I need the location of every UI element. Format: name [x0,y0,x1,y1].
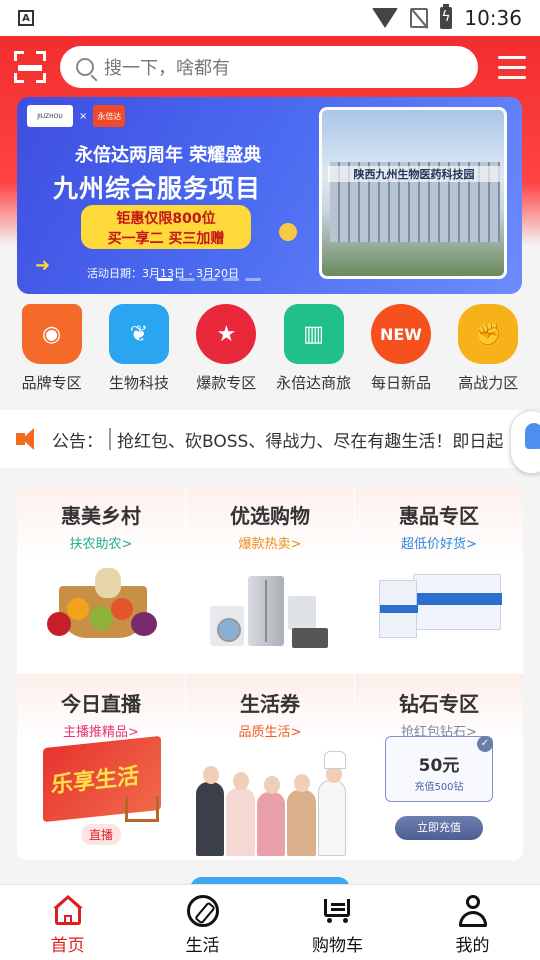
speaker-icon [16,428,44,450]
category-label: 品牌专区 [21,374,82,392]
no-sim-icon [410,8,429,28]
accessibility-icon: A [18,10,34,26]
grid-subtitle: 扶农助农> [69,537,133,552]
crown-icon: ◉ [21,304,82,364]
home-icon [52,895,84,927]
category-label: 生物科技 [108,374,169,392]
grid-subtitle: 品质生活> [238,725,302,740]
leaf-book-icon: ❦ [108,304,169,364]
grid-title: 生活券 [240,692,300,716]
announcement-text: 抢红包、砍BOSS、得战力、尽在有趣生活！即日起 [117,431,504,452]
live-poster-image: 乐享生活 [43,735,161,823]
tab-label: 首页 [50,936,85,956]
category-new[interactable]: NEW 每日新品 [358,304,444,400]
grid-title: 优选购物 [230,504,310,528]
voucher-subtitle: 充值500钻 [414,782,464,793]
scan-icon[interactable] [14,51,46,83]
category-brand[interactable]: ◉ 品牌专区 [9,304,95,400]
status-bar: A 10:36 [0,0,540,36]
offer-line-2: 买一享二 买三加赠 [107,231,225,247]
jiuzhou-logo: JIUZHOU [27,105,73,127]
grid-rural[interactable]: 惠美乡村 扶农助农> [17,486,185,672]
photo-sign: 陕西九州生物医药科技园 [328,166,500,182]
user-icon [457,895,489,927]
compass-icon [186,895,219,927]
tab-label: 生活 [185,936,220,956]
new-badge-icon: NEW [370,304,431,364]
promo-banner[interactable]: JIUZHOU × 永倍达 永倍达两周年 荣耀盛典 九州综合服务项目 钜惠仅限8… [17,97,522,294]
banner-headline: 永倍达两周年 荣耀盛典 [75,145,262,166]
poster-text: 乐享生活 [51,763,140,799]
recharge-voucher: ✓ 50元 充值500钻 [385,736,493,802]
grid-subtitle: 爆款热卖> [238,537,302,552]
tab-profile[interactable]: 我的 [405,885,540,960]
category-power[interactable]: ✊ 高战力区 [445,304,531,400]
grid-live[interactable]: 今日直播 主播推精品> 乐享生活 直播 [17,674,185,860]
category-label: 爆款专区 [196,374,257,392]
offer-line-1: 钜惠仅限800位 [116,211,216,227]
grid-title: 钻石专区 [399,692,479,716]
grid-title: 今日直播 [61,692,141,716]
battery-charging-icon [440,4,453,29]
category-row: ◉ 品牌专区 ❦ 生物科技 ★ 爆款专区 ▥ 永倍达商旅 NEW 每日新品 ✊ … [0,304,540,400]
banner-offer-pill: 钜惠仅限800位 买一享二 买三加赠 [81,205,251,249]
fruit-basket-image [45,568,161,652]
bottom-tab-bar: 首页 生活 购物车 我的 [0,884,540,960]
tab-label: 购物车 [312,936,363,956]
grid-title: 惠品专区 [399,504,479,528]
search-input[interactable]: 搜一下，啥都有 [60,46,478,88]
arrow-icon: ➜ [35,255,51,276]
grid-deals[interactable]: 惠品专区 超低价好货> [355,486,523,672]
clock-icon [279,223,297,241]
product-box-image [373,570,505,650]
feature-grid: 惠美乡村 扶农助农> 优选购物 爆款热卖> 惠品专区 超低价好货> 今日直播 主… [17,486,523,860]
fist-icon: ✊ [458,304,519,364]
banner-logos: JIUZHOU × 永倍达 [27,105,126,127]
menu-icon[interactable] [498,55,526,79]
grid-shopping[interactable]: 优选购物 爆款热卖> [186,486,354,672]
wifi-icon [372,8,399,28]
tab-life[interactable]: 生活 [135,885,270,960]
category-travel[interactable]: ▥ 永倍达商旅 [271,304,357,400]
top-header: 搜一下，啥都有 [0,36,540,98]
search-placeholder: 搜一下，啥都有 [104,58,230,79]
live-tag: 直播 [81,824,122,845]
divider [109,428,111,450]
banner-title: 九州综合服务项目 [53,174,262,203]
clock-time: 10:36 [464,6,522,30]
category-hot[interactable]: ★ 爆款专区 [183,304,269,400]
category-label: 高战力区 [458,374,519,392]
grid-life-voucher[interactable]: 生活券 品质生活> [186,674,354,860]
banner-pagination [157,278,261,281]
appliances-image [208,576,332,650]
voucher-value: 50元 [418,756,460,776]
yongbeida-logo: 永倍达 [93,105,126,127]
search-icon [76,58,94,76]
category-label: 每日新品 [370,374,431,392]
announcement-label: 公告： [52,431,103,452]
building-icon: ▥ [283,304,344,364]
tab-label: 我的 [455,936,490,956]
tab-home[interactable]: 首页 [0,885,135,960]
star-icon: ★ [196,304,257,364]
announcement-bar[interactable]: 公告： 抢红包、砍BOSS、得战力、尽在有趣生活！即日起 [0,410,540,468]
category-label: 永倍达商旅 [276,374,352,392]
category-biotech[interactable]: ❦ 生物科技 [96,304,182,400]
cart-icon [322,895,354,927]
floating-assistant-button[interactable] [510,410,540,474]
recharge-button[interactable]: 立即充值 [395,816,483,840]
grid-title: 惠美乡村 [61,504,141,528]
grid-diamond[interactable]: 钻石专区 抢红包钻石> ✓ 50元 充值500钻 立即充值 [355,674,523,860]
grid-subtitle: 超低价好货> [401,537,477,552]
check-icon: ✓ [477,736,493,752]
service-staff-image [196,750,346,856]
banner-photo: 陕西九州生物医药科技园 [319,107,507,279]
tab-cart[interactable]: 购物车 [270,885,405,960]
